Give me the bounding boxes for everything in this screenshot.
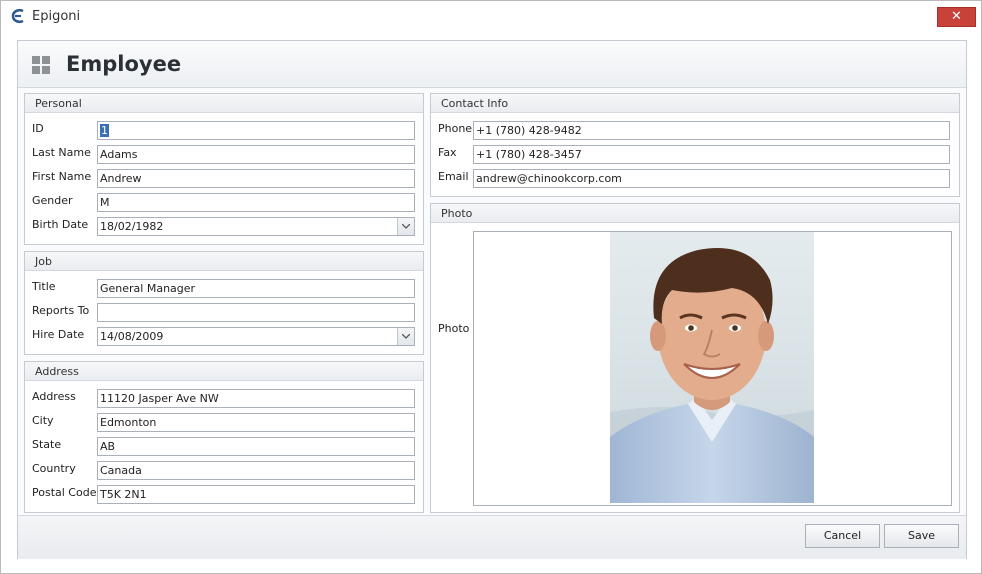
- first-name-label: First Name: [32, 170, 92, 183]
- title-bar[interactable]: Epigoni ✕: [1, 1, 981, 31]
- personal-group-title: Personal: [25, 94, 423, 113]
- postal-code-field[interactable]: T5K 2N1: [97, 485, 415, 504]
- gender-label: Gender: [32, 194, 73, 207]
- phone-label: Phone: [438, 122, 473, 135]
- photo-group: Photo Photo: [430, 203, 960, 513]
- job-group-title: Job: [25, 252, 423, 271]
- id-label: ID: [32, 122, 44, 135]
- employee-window: Epigoni ✕ Employee Personal ID 1 Last Na…: [0, 0, 982, 574]
- photo-group-title: Photo: [431, 204, 959, 223]
- epigoni-logo-icon: [11, 8, 24, 24]
- phone-field[interactable]: +1 (780) 428-9482: [473, 121, 950, 140]
- address-group: Address Address 11120 Jasper Ave NW City…: [24, 361, 424, 513]
- photo-box[interactable]: [473, 231, 952, 506]
- reports-to-field[interactable]: [97, 303, 415, 322]
- hire-date-label: Hire Date: [32, 328, 85, 341]
- birth-date-label: Birth Date: [32, 218, 89, 231]
- reports-to-label: Reports To: [32, 304, 90, 317]
- state-label: State: [32, 438, 62, 451]
- chevron-down-icon: [402, 334, 410, 339]
- city-field[interactable]: Edmonton: [97, 413, 415, 432]
- contact-info-group-title: Contact Info: [431, 94, 959, 113]
- job-title-field[interactable]: General Manager: [97, 279, 415, 298]
- hire-date-picker[interactable]: 14/08/2009: [97, 327, 415, 346]
- country-label: Country: [32, 462, 76, 475]
- email-field[interactable]: andrew@chinookcorp.com: [473, 169, 950, 188]
- birth-date-picker[interactable]: 18/02/1982: [97, 217, 415, 236]
- form-footer: Cancel Save: [18, 515, 966, 559]
- chevron-down-icon: [402, 224, 410, 229]
- cancel-button[interactable]: Cancel: [805, 524, 880, 548]
- gender-field[interactable]: M: [97, 193, 415, 212]
- save-button[interactable]: Save: [884, 524, 959, 548]
- grid-icon: [32, 56, 51, 75]
- window-title: Epigoni: [32, 9, 81, 24]
- city-label: City: [32, 414, 54, 427]
- form-container: Employee Personal ID 1 Last Name Adams F…: [17, 40, 967, 559]
- fax-field[interactable]: +1 (780) 428-3457: [473, 145, 950, 164]
- first-name-field[interactable]: Andrew: [97, 169, 415, 188]
- employee-photo: [610, 232, 814, 503]
- postal-code-label: Postal Code: [32, 486, 97, 499]
- job-group: Job Title General Manager Reports To Hir…: [24, 251, 424, 355]
- personal-group: Personal ID 1 Last Name Adams First Name…: [24, 93, 424, 245]
- hire-date-value: 14/08/2009: [100, 330, 164, 343]
- address-group-title: Address: [25, 362, 423, 381]
- country-field[interactable]: Canada: [97, 461, 415, 480]
- page-title: Employee: [66, 52, 182, 76]
- id-value: 1: [100, 124, 109, 137]
- id-field[interactable]: 1: [97, 121, 415, 140]
- job-title-label: Title: [32, 280, 56, 293]
- birth-date-dropdown-button[interactable]: [397, 218, 414, 235]
- hire-date-dropdown-button[interactable]: [397, 328, 414, 345]
- email-label: Email: [438, 170, 469, 183]
- contact-info-group: Contact Info Phone +1 (780) 428-9482 Fax…: [430, 93, 960, 197]
- photo-label: Photo: [438, 322, 470, 335]
- form-header: Employee: [18, 41, 966, 88]
- fax-label: Fax: [438, 146, 457, 159]
- last-name-label: Last Name: [32, 146, 91, 159]
- birth-date-value: 18/02/1982: [100, 220, 164, 233]
- address-label: Address: [32, 390, 76, 403]
- close-button[interactable]: ✕: [937, 7, 976, 27]
- address-field[interactable]: 11120 Jasper Ave NW: [97, 389, 415, 408]
- state-field[interactable]: AB: [97, 437, 415, 456]
- last-name-field[interactable]: Adams: [97, 145, 415, 164]
